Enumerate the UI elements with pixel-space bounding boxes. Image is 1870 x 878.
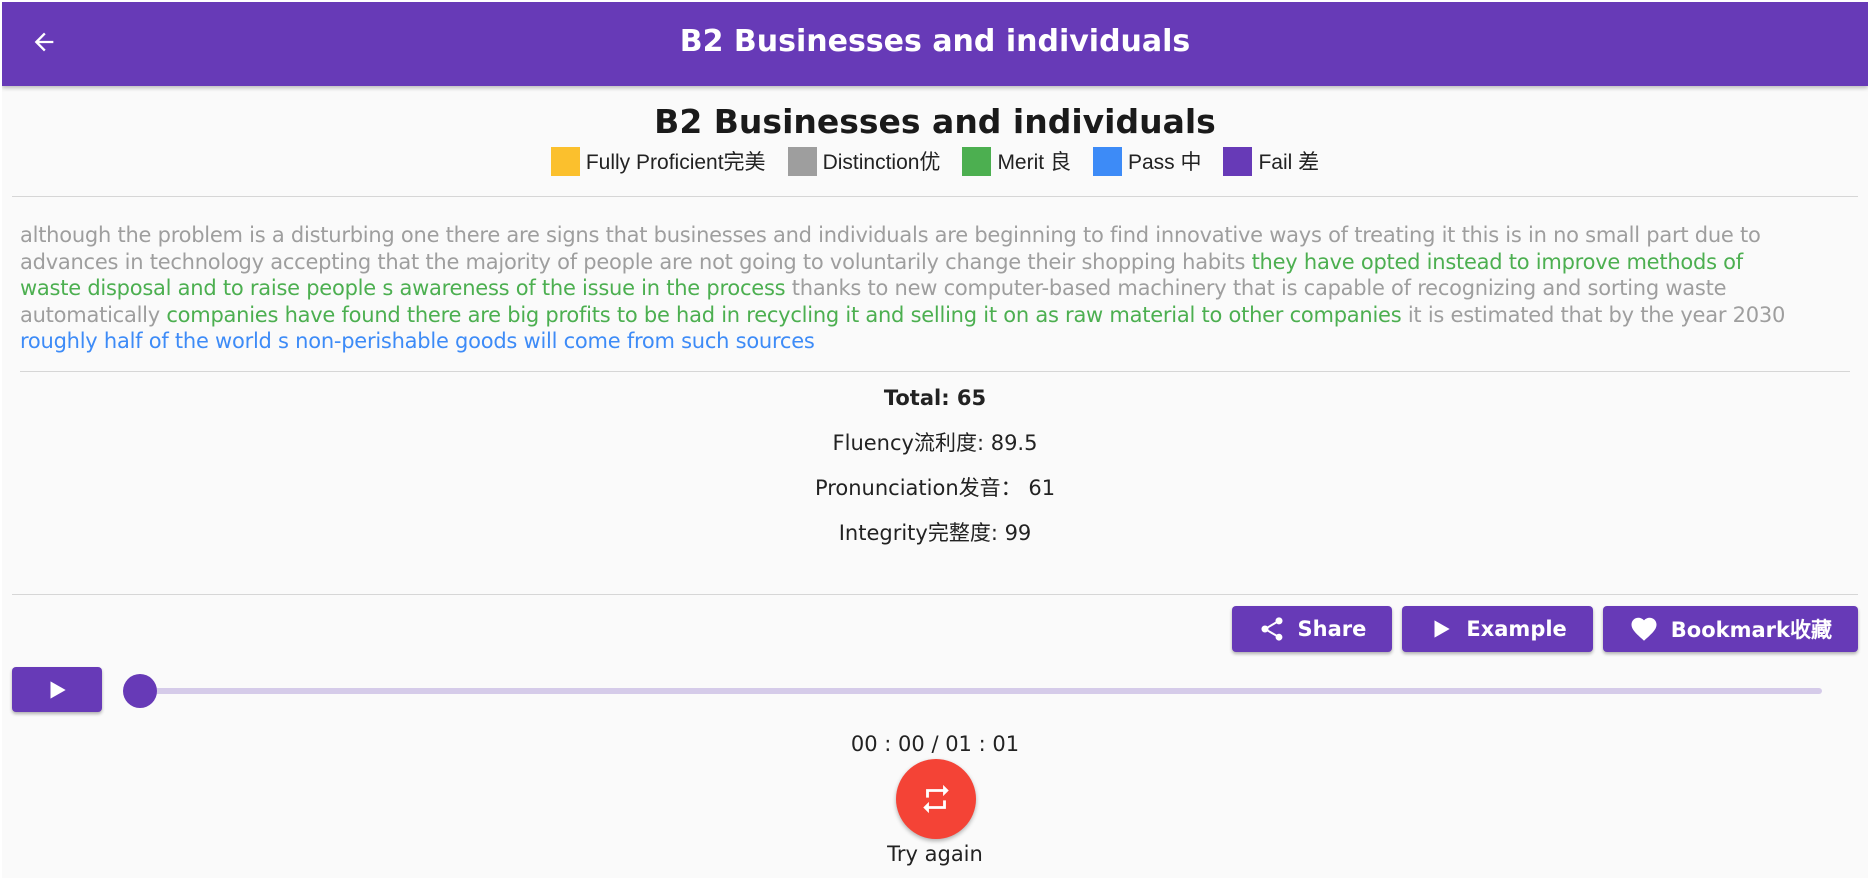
share-icon (1261, 617, 1283, 641)
legend-label: Fail 差 (1258, 151, 1320, 174)
integrity-score: Integrity完整度: 99 (838, 521, 1032, 545)
bookmark-label: Bookmark收藏 (1670, 618, 1832, 642)
legend-item-fully-proficient: Fully Proficient完美 (550, 146, 766, 176)
play-icon (50, 680, 66, 699)
score-legend: Fully Proficient完美 Distinction优 Merit 良 … (2, 146, 1868, 176)
divider (20, 371, 1850, 372)
fluency-score: Fluency流利度: 89.5 (832, 431, 1038, 455)
passage-segment: roughly half of the world s non-perishab… (20, 329, 815, 353)
action-bar: Share Example Bookmark收藏 (1231, 606, 1858, 652)
app-bar-title: B2 Businesses and individuals (679, 24, 1191, 59)
legend-item-pass: Pass 中 (1092, 146, 1202, 176)
example-label: Example (1466, 617, 1567, 641)
try-again-label: Try again (887, 842, 983, 866)
arrow-left-icon (34, 32, 54, 52)
back-button[interactable] (16, 14, 72, 70)
bookmark-button[interactable]: Bookmark收藏 (1602, 606, 1858, 652)
example-button[interactable]: Example (1402, 606, 1593, 652)
app-window: B2 Businesses and individuals B2 Busines… (2, 2, 1868, 878)
legend-item-fail: Fail 差 (1223, 146, 1319, 176)
legend-swatch (1223, 146, 1253, 176)
legend-swatch (787, 146, 817, 176)
legend-swatch (1092, 146, 1122, 176)
divider (12, 594, 1858, 595)
passage-segment: companies have found there are big profi… (166, 302, 1402, 327)
play-recording-button[interactable] (12, 667, 102, 712)
legend-swatch (962, 146, 992, 176)
total-score: Total: 65 (883, 386, 987, 410)
reading-passage: although the problem is a disturbing one… (20, 222, 1810, 355)
slider-thumb[interactable] (123, 674, 157, 708)
score-summary: Total: 65 Fluency流利度: 89.5 Pronunciation… (2, 383, 1868, 563)
passage-segment: it is estimated that by the year 2030 (1401, 302, 1786, 327)
heart-icon (1631, 617, 1657, 641)
pronunciation-score: Pronunciation发音： 61 (814, 476, 1056, 500)
legend-label: Fully Proficient完美 (585, 151, 766, 174)
page-title: B2 Businesses and individuals (654, 102, 1216, 141)
share-label: Share (1297, 617, 1367, 641)
legend-item-merit: Merit 良 (962, 146, 1071, 176)
share-button[interactable]: Share (1231, 606, 1393, 652)
app-bar: B2 Businesses and individuals (2, 2, 1868, 86)
legend-item-distinction: Distinction优 (787, 146, 941, 176)
repeat-icon (923, 784, 949, 814)
divider (12, 196, 1858, 197)
legend-label: Pass 中 (1127, 151, 1202, 174)
legend-label: Distinction优 (822, 151, 941, 174)
play-icon (1434, 620, 1451, 638)
playback-slider[interactable] (123, 674, 1822, 708)
legend-label: Merit 良 (997, 151, 1071, 174)
playback-time: 00 : 00 / 01 : 01 (850, 732, 1020, 756)
legend-swatch (550, 146, 580, 176)
try-again-button[interactable] (896, 759, 976, 839)
